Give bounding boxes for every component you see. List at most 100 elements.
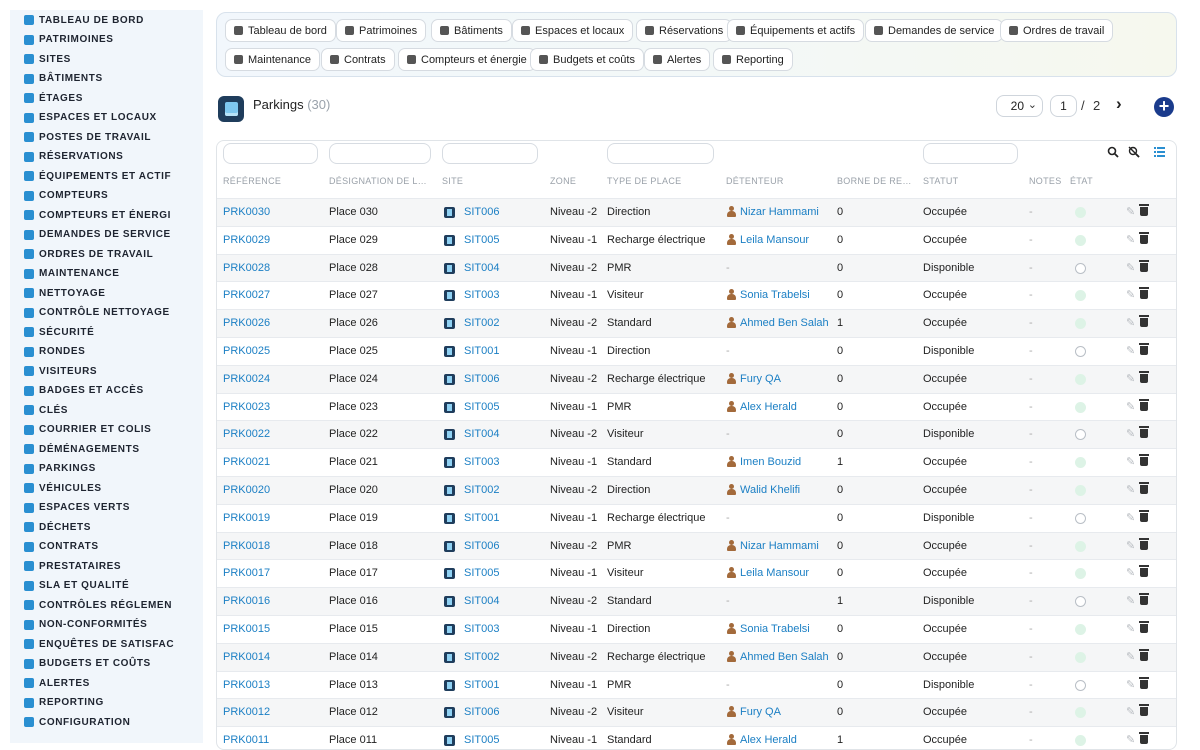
reference-link[interactable]: PRK0022 (223, 428, 270, 440)
reference-link[interactable]: PRK0013 (223, 679, 270, 691)
sidebar-item[interactable]: CONTRÔLE NETTOYAGE (24, 304, 170, 322)
reference-link[interactable]: PRK0019 (223, 512, 270, 524)
sidebar-item[interactable]: DÉCHETS (24, 518, 91, 536)
delete-icon[interactable] (1139, 287, 1149, 300)
sidebar-item[interactable]: COMPTEURS ET ÉNERGI (24, 206, 171, 224)
sidebar-item[interactable]: SLA ET QUALITÉ (24, 577, 129, 595)
sidebar-item[interactable]: BÂTIMENTS (24, 70, 103, 88)
site-link[interactable]: SIT005 (464, 401, 499, 413)
sidebar-item[interactable]: DÉMÉNAGEMENTS (24, 440, 140, 458)
holder-link[interactable]: Sonia Trabelsi (740, 623, 810, 635)
reference-link[interactable]: PRK0016 (223, 595, 270, 607)
sidebar-item[interactable]: NON-CONFORMITÉS (24, 616, 147, 634)
sidebar-item[interactable]: COMPTEURS (24, 187, 108, 205)
column-header-type[interactable]: TYPE DE PLACE (607, 176, 681, 186)
table-row[interactable]: PRK0017 Place 017 SIT005 Niveau -1 Visiteur L… (217, 559, 1176, 587)
sidebar-item[interactable]: PATRIMOINES (24, 31, 114, 49)
site-link[interactable]: SIT004 (464, 428, 499, 440)
delete-icon[interactable] (1139, 704, 1149, 717)
edit-icon[interactable]: ✎ (1126, 566, 1135, 579)
column-header-site[interactable]: SITE (442, 176, 463, 186)
sidebar-item[interactable]: SÉCURITÉ (24, 323, 94, 341)
nav-button[interactable]: Espaces et locaux (512, 19, 634, 42)
table-row[interactable]: PRK0015 Place 015 SIT003 Niveau -1 Direction… (217, 615, 1176, 643)
reference-link[interactable]: PRK0014 (223, 651, 270, 663)
table-row[interactable]: PRK0026 Place 026 SIT002 Niveau -2 Standard A… (217, 309, 1176, 338)
site-link[interactable]: SIT005 (464, 734, 499, 746)
delete-icon[interactable] (1139, 231, 1149, 244)
column-header-status[interactable]: STATUT (923, 176, 958, 186)
holder-link[interactable]: Leila Mansour (740, 234, 809, 246)
reference-link[interactable]: PRK0017 (223, 567, 270, 579)
sidebar-item[interactable]: RÉSERVATIONS (24, 148, 123, 166)
site-link[interactable]: SIT004 (464, 595, 499, 607)
edit-icon[interactable]: ✎ (1126, 622, 1135, 635)
holder-link[interactable]: Ahmed Ben Salah (740, 651, 829, 663)
site-link[interactable]: SIT002 (464, 317, 499, 329)
delete-icon[interactable] (1139, 370, 1149, 383)
site-link[interactable]: SIT002 (464, 484, 499, 496)
delete-icon[interactable] (1139, 259, 1149, 272)
table-row[interactable]: PRK0022 Place 022 SIT004 Niveau -2 Visiteur -… (217, 420, 1176, 449)
holder-link[interactable]: Alex Herald (740, 734, 797, 746)
site-link[interactable]: SIT005 (464, 567, 499, 579)
site-link[interactable]: SIT003 (464, 623, 499, 635)
sidebar-item[interactable]: BUDGETS ET COÛTS (24, 655, 151, 673)
column-header-zone[interactable]: ZONE (550, 176, 576, 186)
holder-link[interactable]: Alex Herald (740, 401, 797, 413)
reference-link[interactable]: PRK0029 (223, 234, 270, 246)
sidebar-item[interactable]: ENQUÊTES DE SATISFAC (24, 635, 174, 653)
sidebar-item[interactable]: BADGES ET ACCÈS (24, 382, 144, 400)
delete-icon[interactable] (1139, 398, 1149, 411)
reference-link[interactable]: PRK0030 (223, 206, 270, 218)
sidebar-item[interactable]: ÉTAGES (24, 89, 83, 107)
edit-icon[interactable]: ✎ (1126, 594, 1135, 607)
edit-icon[interactable]: ✎ (1126, 233, 1135, 246)
sidebar-item[interactable]: CLÉS (24, 401, 68, 419)
sidebar-item[interactable]: SITES (24, 50, 71, 68)
next-page-button[interactable]: › (1116, 94, 1122, 114)
table-row[interactable]: PRK0029 Place 029 SIT005 Niveau -1 Recharge … (217, 225, 1176, 254)
site-link[interactable]: SIT003 (464, 456, 499, 468)
nav-button[interactable]: Réservations (636, 19, 733, 42)
delete-icon[interactable] (1139, 343, 1149, 355)
sidebar-item[interactable]: RONDES (24, 343, 85, 361)
site-link[interactable]: SIT002 (464, 651, 499, 663)
delete-icon[interactable] (1139, 426, 1149, 439)
delete-icon[interactable] (1139, 593, 1149, 606)
reference-link[interactable]: PRK0025 (223, 345, 270, 357)
holder-link[interactable]: Nizar Hammami (740, 540, 819, 552)
table-row[interactable]: PRK0019 Place 019 SIT001 Niveau -1 Recharge … (217, 503, 1176, 532)
holder-link[interactable]: Nizar Hammami (740, 206, 819, 218)
nav-button[interactable]: Bâtiments (431, 19, 512, 42)
table-row[interactable]: PRK0023 Place 023 SIT005 Niveau -1 PMR Alex H… (217, 392, 1176, 421)
nav-button[interactable]: Alertes (644, 48, 711, 71)
nav-button[interactable]: Maintenance (225, 48, 320, 71)
edit-icon[interactable]: ✎ (1126, 400, 1135, 413)
table-row[interactable]: PRK0012 Place 012 SIT006 Niveau -2 Visiteur F… (217, 698, 1176, 727)
edit-icon[interactable]: ✎ (1126, 483, 1135, 496)
reference-link[interactable]: PRK0024 (223, 373, 270, 385)
table-row[interactable]: PRK0013 Place 013 SIT001 Niveau -1 PMR - 0 Disp… (217, 670, 1176, 699)
edit-icon[interactable]: ✎ (1126, 705, 1135, 718)
add-record-button[interactable]: + (1154, 97, 1174, 117)
delete-icon[interactable] (1139, 621, 1149, 633)
clear-search-icon[interactable] (1128, 146, 1140, 158)
delete-icon[interactable] (1139, 565, 1149, 578)
nav-button[interactable]: Équipements et actifs (727, 19, 865, 42)
site-link[interactable]: SIT001 (464, 679, 499, 691)
search-icon[interactable] (1107, 146, 1119, 158)
table-row[interactable]: PRK0025 Place 025 SIT001 Niveau -1 Direction… (217, 337, 1176, 365)
delete-icon[interactable] (1139, 676, 1149, 689)
column-header-notes[interactable]: NOTES (1029, 176, 1062, 186)
sidebar-item[interactable]: ALERTES (24, 674, 90, 692)
sidebar-item[interactable]: CONTRATS (24, 538, 99, 556)
delete-icon[interactable] (1139, 509, 1149, 522)
nav-button[interactable]: Ordres de travail (1000, 19, 1114, 42)
delete-icon[interactable] (1139, 648, 1149, 661)
site-link[interactable]: SIT003 (464, 289, 499, 301)
page-size-select[interactable]: 20 ⌄ (996, 95, 1043, 117)
delete-icon[interactable] (1139, 482, 1149, 494)
site-link[interactable]: SIT005 (464, 234, 499, 246)
site-link[interactable]: SIT001 (464, 512, 499, 524)
